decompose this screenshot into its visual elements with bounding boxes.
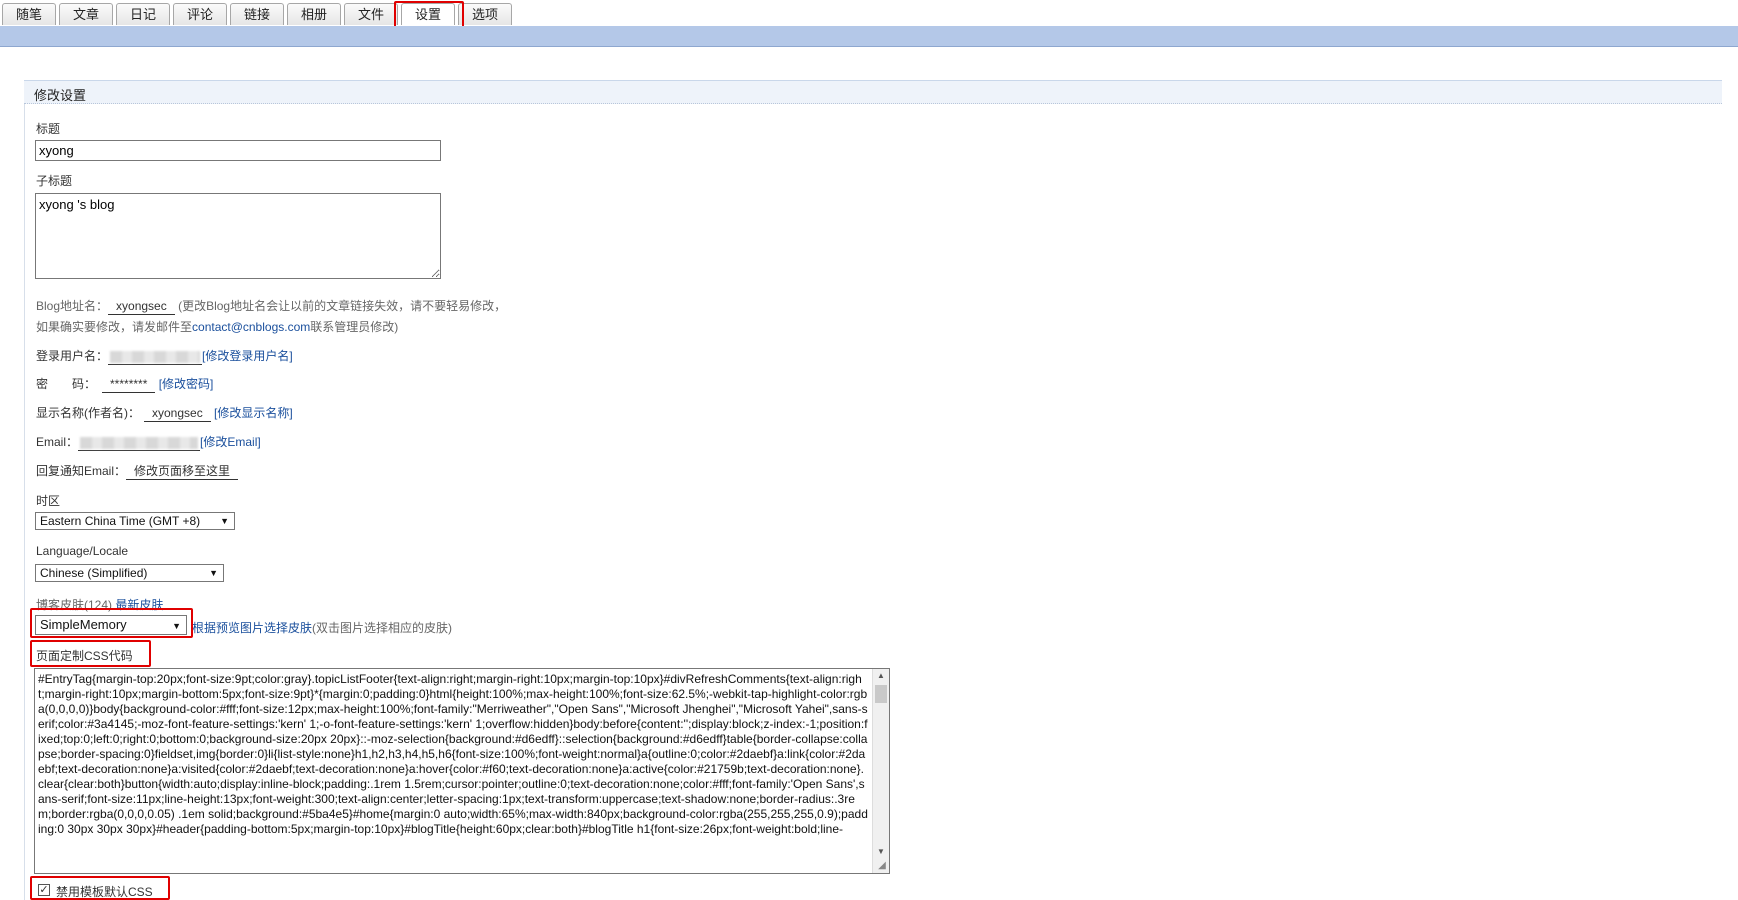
locale-label: Language/Locale [36,544,129,558]
alias-note-3: 联系管理员修改) [310,320,399,334]
resize-grip-icon[interactable]: ◢ [875,859,889,873]
custom-css-code: #EntryTag{margin-top:20px;font-size:9pt;… [38,672,868,836]
password-label: 密 码： [36,377,97,391]
admin-email-link[interactable]: contact@cnblogs.com [192,320,310,334]
tab-articles[interactable]: 文章 [59,3,113,25]
skin-preview-row: 根据预览图片选择皮肤(双击图片选择相应的皮肤) [192,619,452,636]
subtitle-textarea[interactable] [35,193,441,279]
tab-options[interactable]: 选项 [458,3,512,25]
scroll-up-icon[interactable]: ▲ [873,669,889,683]
skin-label-row: 博客皮肤(124) 最新皮肤 [36,596,163,613]
login-label: 登录用户名： [36,349,109,363]
email-row: Email： [修改Email] [36,433,261,451]
change-email-link[interactable]: [修改Email] [200,435,261,449]
tab-diary[interactable]: 日记 [116,3,170,25]
login-value-redacted [108,349,203,365]
locale-value: Chinese (Simplified) [40,566,148,580]
subtitle-label: 子标题 [36,174,73,188]
tab-settings[interactable]: 设置 [401,3,455,25]
alias-row: Blog地址名： xyongsec (更改Blog地址名会让以前的文章链接失效，请… [36,297,506,315]
dropdown-arrow-icon: ▼ [220,516,229,526]
section-header: 修改设置 [24,80,1722,104]
skin-label: 博客皮肤(124) [36,598,113,612]
section-title: 修改设置 [34,88,87,103]
email-label: Email： [36,435,79,449]
timezone-label: 时区 [36,494,61,508]
tab-links[interactable]: 链接 [230,3,284,25]
alias-note-row: 如果确实要修改，请发邮件至contact@cnblogs.com联系管理员修改) [36,318,398,335]
display-name-row: 显示名称(作者名)： xyongsec [修改显示名称] [36,404,293,422]
display-name-label: 显示名称(作者名)： [36,406,140,420]
tab-posts[interactable]: 随笔 [2,3,56,25]
change-password-link[interactable]: [修改密码] [159,377,214,391]
reply-email-moved-link[interactable]: 修改页面移至这里 [126,464,239,480]
latest-skins-link[interactable]: 最新皮肤 [115,598,163,612]
display-name-value: xyongsec [144,406,211,422]
login-row: 登录用户名： [修改登录用户名] [36,347,293,365]
alias-note-1: (更改Blog地址名会让以前的文章链接失效，请不要轻易修改， [178,299,507,313]
tab-album[interactable]: 相册 [287,3,341,25]
alias-label: Blog地址名： [36,299,109,313]
skin-value: SimpleMemory [40,617,127,632]
email-value-redacted [78,435,201,451]
dropdown-arrow-icon: ▼ [172,621,181,631]
scroll-thumb[interactable] [875,685,887,703]
title-label: 标题 [36,122,61,136]
locale-select[interactable]: Chinese (Simplified) ▼ [35,564,224,582]
skin-preview-link[interactable]: 根据预览图片选择皮肤 [192,621,312,635]
tab-files[interactable]: 文件 [344,3,398,25]
header-band [0,26,1738,47]
tab-bar: 随笔 文章 日记 评论 链接 相册 文件 设置 选项 [0,0,1738,27]
reply-email-row: 回复通知Email： 修改页面移至这里 [36,462,239,480]
dropdown-arrow-icon: ▼ [209,568,218,578]
css-scrollbar[interactable]: ▲ ▼ [872,669,889,873]
change-login-link[interactable]: [修改登录用户名] [202,349,293,363]
skin-preview-note: (双击图片选择相应的皮肤) [312,621,453,635]
disable-default-css-label: 禁用模板默认CSS [56,885,153,899]
password-row: 密 码： ******** [修改密码] [36,375,213,393]
disable-default-css-checkbox[interactable]: ✓ [38,884,50,896]
alias-value: xyongsec [108,299,175,315]
password-value: ******** [102,377,156,393]
change-display-name-link[interactable]: [修改显示名称] [214,406,293,420]
title-input[interactable] [35,140,441,161]
skin-select[interactable]: SimpleMemory ▼ [35,615,187,635]
timezone-select[interactable]: Eastern China Time (GMT +8) ▼ [35,512,235,530]
content-border [24,80,25,900]
custom-css-textarea[interactable]: #EntryTag{margin-top:20px;font-size:9pt;… [34,668,890,874]
timezone-value: Eastern China Time (GMT +8) [40,514,201,528]
alias-note-2: 如果确实要修改，请发邮件至 [36,320,193,334]
scroll-down-icon[interactable]: ▼ [873,845,889,859]
reply-email-label: 回复通知Email： [36,464,127,478]
css-label: 页面定制CSS代码 [36,649,133,663]
tab-comments[interactable]: 评论 [173,3,227,25]
